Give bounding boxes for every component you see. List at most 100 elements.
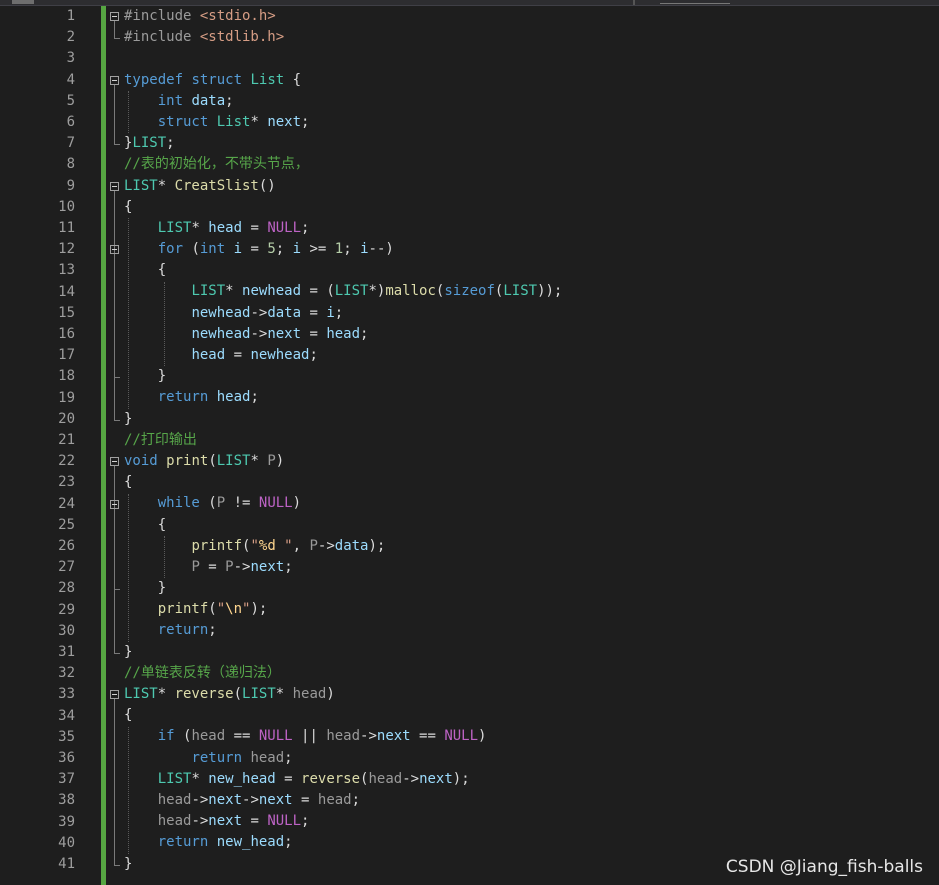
code-token: next [376,728,411,745]
code-line[interactable]: } [124,578,924,599]
code-line[interactable]: LIST* CreatSlist() [124,176,924,197]
code-token: } [124,410,133,427]
code-token: { [124,198,133,215]
code-token: head [317,791,352,808]
code-line[interactable]: return head; [124,748,924,769]
code-token: next [267,113,302,130]
line-number: 29 [58,601,75,618]
code-token: data [334,537,369,554]
collapse-toggle-icon[interactable] [110,457,119,467]
code-token: return [191,749,243,766]
line-number: 37 [58,771,75,788]
code-line[interactable]: P = P->next; [124,557,924,578]
code-token: newhead [250,347,310,363]
code-line[interactable]: //单链表反转（递归法） [124,663,924,684]
line-number: 19 [58,389,75,406]
indent-guide [128,493,129,642]
line-number: 14 [58,283,75,300]
code-token: next [258,791,293,808]
code-line[interactable]: LIST* reverse(LIST* head) [124,684,924,705]
collapse-toggle-icon[interactable] [110,690,119,700]
code-line[interactable]: } [124,366,924,387]
code-line[interactable]: //表的初始化，不带头节点， [124,154,924,175]
code-line[interactable]: newhead->data = i; [124,303,924,324]
code-token: head [191,728,226,745]
code-token: -> [191,791,209,808]
code-token: () [258,177,276,194]
code-line[interactable]: { [124,197,924,218]
code-token: head [326,325,361,342]
line-number: 1 [66,8,75,24]
collapse-toggle-icon[interactable] [110,245,119,255]
code-token: P [191,558,200,575]
code-token: } [124,643,133,660]
code-line[interactable]: int data; [124,91,924,112]
code-line[interactable]: typedef struct List { [124,70,924,91]
code-line[interactable]: printf("%d ", P->data); [124,536,924,557]
code-token: , [292,537,310,554]
code-line[interactable]: { [124,260,924,281]
code-token: head [216,389,251,406]
code-line[interactable]: LIST* newhead = (LIST*)malloc(sizeof(LIS… [124,281,924,302]
code-line[interactable]: { [124,705,924,726]
code-line[interactable]: #include <stdio.h> [124,6,924,27]
code-line[interactable]: for (int i = 5; i >= 1; i--) [124,239,924,260]
code-token: ; [275,241,293,258]
code-line[interactable]: } [124,642,924,663]
code-line[interactable]: if (head == NULL || head->next == NULL) [124,726,924,747]
code-editor[interactable]: #include <stdio.h> #include <stdlib.h> ty… [124,6,924,875]
tab-divider [633,0,635,5]
code-line[interactable]: head = newhead; [124,345,924,366]
code-token: next [208,813,243,830]
code-line[interactable]: }LIST; [124,133,924,154]
code-line[interactable]: void print(LIST* P) [124,451,924,472]
code-token: ( [208,452,217,469]
code-line[interactable]: LIST* head = NULL; [124,218,924,239]
collapse-toggle-icon[interactable] [110,499,119,509]
code-line[interactable]: printf("\n"); [124,599,924,620]
line-number: 33 [58,686,75,703]
collapse-toggle-icon[interactable] [110,75,119,85]
code-line[interactable]: #include <stdlib.h> [124,27,924,48]
code-line[interactable]: { [124,472,924,493]
collapse-toggle-icon[interactable] [110,181,119,191]
code-token: -> [191,813,209,830]
code-token: = [292,791,318,808]
code-line[interactable]: head->next = NULL; [124,811,924,832]
code-token: * [275,686,293,702]
code-line[interactable]: return head; [124,387,924,408]
code-token: ; [309,347,318,363]
code-line[interactable]: while (P != NULL) [124,493,924,514]
code-token: LIST [334,283,369,300]
code-line[interactable]: return; [124,620,924,641]
tab-dropdown[interactable] [660,0,730,4]
code-line[interactable]: //打印输出 [124,430,924,451]
line-number: 40 [58,834,75,851]
code-token: i [326,304,335,321]
code-line[interactable] [124,48,924,69]
code-line[interactable]: struct List* next; [124,112,924,133]
code-line[interactable]: return new_head; [124,832,924,853]
code-token: = [242,813,268,830]
line-number: 36 [58,750,75,766]
code-line[interactable]: head->next->next = head; [124,790,924,811]
code-token: ; [284,558,293,575]
code-token: * [225,283,243,300]
fold-end-tick [114,377,120,379]
code-line[interactable]: newhead->next = head; [124,324,924,345]
collapse-toggle-icon[interactable] [110,12,119,21]
code-token: head [157,813,192,830]
code-token: new_head [216,834,285,851]
code-token: = [301,304,327,321]
code-line[interactable]: } [124,409,924,430]
code-line[interactable]: { [124,515,924,536]
code-line[interactable]: LIST* new_head = reverse(head->next); [124,769,924,790]
